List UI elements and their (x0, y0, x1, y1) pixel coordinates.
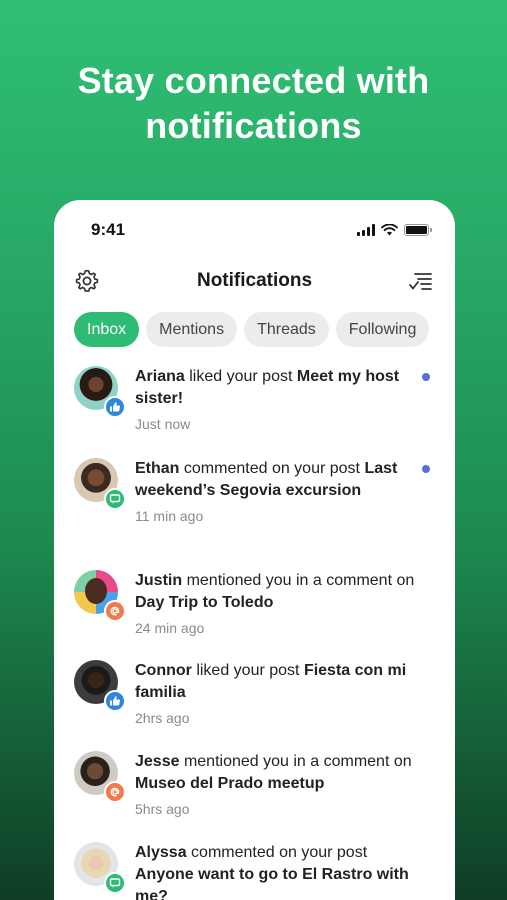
unread-dot (422, 373, 430, 381)
timestamp: 2hrs ago (135, 710, 190, 726)
wifi-icon (381, 224, 398, 236)
actor-name: Ethan (135, 460, 180, 477)
page-title: Notifications (196, 270, 313, 291)
tab-following[interactable]: Following (335, 312, 430, 347)
comment-icon (104, 488, 126, 510)
action-text: liked your post (184, 368, 297, 385)
phone-screen: 9:41 Notifications Inbox Mentions Thread… (54, 200, 455, 900)
action-text: mentioned you in a comment on (179, 753, 412, 770)
thumbs-up-icon (104, 690, 126, 712)
tab-inbox[interactable]: Inbox (74, 312, 140, 347)
actor-name: Jesse (135, 753, 180, 770)
post-title: Anyone want to go to El Rastro with me? (135, 866, 409, 900)
at-sign-icon (104, 781, 126, 803)
action-text: mentioned you in a comment on (182, 572, 415, 589)
filter-checklist-icon[interactable] (407, 268, 433, 294)
timestamp: Just now (135, 416, 191, 432)
headline-line-2: notifications (145, 105, 362, 146)
tab-threads[interactable]: Threads (244, 312, 329, 347)
at-sign-icon (104, 600, 126, 622)
actor-name: Ariana (135, 368, 185, 385)
timestamp: 11 min ago (135, 508, 204, 524)
nav-bar: Notifications (54, 262, 455, 298)
signal-icon (357, 224, 375, 236)
status-icons (357, 224, 432, 236)
tab-mentions[interactable]: Mentions (146, 312, 238, 347)
avatar (74, 458, 126, 510)
battery-icon (404, 224, 432, 236)
status-bar: 9:41 (54, 200, 455, 260)
post-title: Day Trip to Toledo (135, 594, 274, 611)
notification-text: Ethan commented on your post Last weeken… (135, 458, 415, 527)
actor-name: Justin (135, 572, 183, 589)
action-text: commented on your post (179, 460, 365, 477)
action-text: commented on your post (186, 844, 368, 861)
status-time: 9:41 (91, 220, 126, 239)
avatar (74, 751, 126, 803)
unread-dot (422, 465, 430, 473)
filter-tabs: Inbox Mentions Threads Following (74, 312, 430, 347)
avatar (74, 842, 126, 894)
post-title: Museo del Prado meetup (135, 775, 325, 792)
actor-name: Connor (135, 662, 192, 679)
actor-name: Alyssa (135, 844, 187, 861)
headline-line-1: Stay connected with (77, 60, 430, 101)
timestamp: 5hrs ago (135, 801, 190, 817)
comment-icon (104, 872, 126, 894)
action-text: liked your post (191, 662, 304, 679)
notification-text: Connor liked your post Fiesta con mi fam… (135, 660, 415, 729)
notification-text: Justin mentioned you in a comment on Day… (135, 570, 415, 639)
thumbs-up-icon (104, 396, 126, 418)
avatar (74, 570, 126, 622)
timestamp: 24 min ago (135, 620, 205, 636)
notification-text: Ariana liked your post Meet my host sist… (135, 366, 415, 435)
notification-text: Alyssa commented on your post Anyone wan… (135, 842, 415, 900)
avatar (74, 660, 126, 712)
headline: Stay connected with notifications (0, 58, 507, 148)
notification-text: Jesse mentioned you in a comment on Muse… (135, 751, 415, 820)
avatar (74, 366, 126, 418)
